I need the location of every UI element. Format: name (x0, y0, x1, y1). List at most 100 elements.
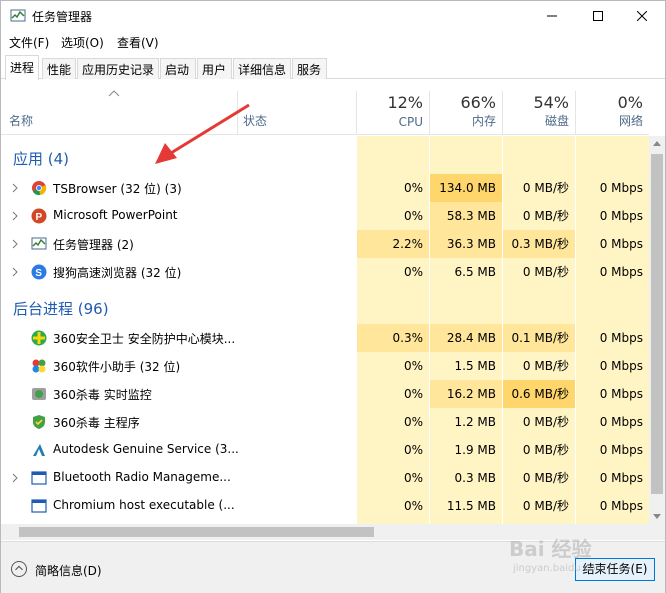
expand-chevron-icon[interactable] (11, 473, 19, 483)
column-network-label: 网络 (618, 114, 643, 128)
window-app-icon (31, 499, 47, 513)
cpu-cell: 0% (403, 471, 423, 485)
disk-cell: 0 MB/秒 (522, 499, 569, 513)
column-memory-label: 内存 (471, 114, 496, 128)
tab-startup[interactable]: 启动 (160, 58, 196, 79)
expand-chevron-icon[interactable] (11, 239, 19, 249)
menu-options[interactable]: 选项(O) (61, 34, 104, 51)
process-name: Chromium host executable (... (53, 498, 235, 512)
tab-processes[interactable]: 进程 (5, 55, 39, 80)
close-icon (637, 11, 647, 21)
column-disk-label: 磁盘 (544, 114, 569, 128)
column-name[interactable]: 名称 (1, 79, 237, 135)
360-antivirus-icon (33, 415, 45, 429)
powerpoint-icon: P (31, 208, 47, 224)
process-row[interactable]: Chromium host executable (... 0% 11.5 MB… (1, 492, 649, 520)
disk-cell: 0 MB/秒 (522, 181, 569, 195)
cpu-cell: 0% (403, 443, 423, 457)
column-header: 名称 状态 12% CPU 66% 内存 54% 磁盘 0% 网络 (1, 79, 649, 135)
cpu-cell: 0% (403, 415, 423, 429)
close-button[interactable] (619, 1, 665, 31)
network-cell: 0 Mbps (599, 387, 643, 401)
disk-cell: 0 MB/秒 (522, 209, 569, 223)
process-name: Microsoft PowerPoint (53, 208, 178, 222)
disk-cell: 0.3 MB/秒 (503, 230, 575, 258)
group-header-apps[interactable]: 应用 (4) (1, 144, 649, 172)
process-name: Autodesk Genuine Service (3... (53, 442, 238, 456)
cpu-cell: 0% (403, 265, 423, 279)
minimize-icon (547, 15, 557, 17)
process-row[interactable]: 360杀毒 实时监控 0% 16.2 MB 0.6 MB/秒 0 Mbps (1, 380, 649, 408)
horizontal-scroll-thumb[interactable] (19, 527, 374, 537)
watermark-logo: Bai 经验 (509, 537, 592, 561)
process-name: 360软件小助手 (32 位) (53, 360, 181, 374)
process-row[interactable]: S 搜狗高速浏览器 (32 位) 0% 6.5 MB 0 MB/秒 0 Mbps (1, 258, 649, 286)
memory-cell: 1.2 MB (454, 415, 496, 429)
network-cell: 0 Mbps (599, 499, 643, 513)
memory-cell: 0.3 MB (454, 471, 496, 485)
menu-file[interactable]: 文件(F) (9, 34, 49, 51)
process-name: 搜狗高速浏览器 (32 位) (53, 266, 182, 280)
minimize-button[interactable] (529, 1, 575, 31)
memory-cell: 36.3 MB (430, 230, 502, 258)
column-status-label: 状态 (243, 114, 268, 128)
360-helper-icon (32, 359, 46, 373)
process-name: TSBrowser (32 位) (3) (53, 182, 182, 196)
window-title: 任务管理器 (32, 10, 93, 24)
expand-chevron-icon[interactable] (11, 183, 19, 193)
fewer-details-link[interactable]: 简略信息(D) (35, 562, 102, 579)
process-row[interactable]: 任务管理器 (2) 2.2% 36.3 MB 0.3 MB/秒 0 Mbps (1, 230, 649, 258)
scroll-down-icon[interactable] (653, 514, 661, 520)
autodesk-icon (33, 444, 45, 456)
column-status[interactable]: 状态 (238, 79, 356, 135)
expand-chevron-icon[interactable] (11, 211, 19, 221)
process-row[interactable]: Autodesk Genuine Service (3... 0% 1.9 MB… (1, 436, 649, 464)
group-header-background[interactable]: 后台进程 (96) (1, 294, 649, 322)
column-network[interactable]: 0% 网络 (576, 79, 649, 135)
memory-total-percent: 66% (460, 93, 496, 112)
scroll-up-icon[interactable] (653, 140, 661, 146)
tab-services[interactable]: 服务 (292, 58, 327, 79)
tab-details[interactable]: 详细信息 (233, 58, 291, 79)
chrome-icon (32, 181, 47, 196)
network-cell: 0 Mbps (599, 265, 643, 279)
network-cell: 0 Mbps (599, 471, 643, 485)
disk-cell: 0 MB/秒 (522, 265, 569, 279)
disk-cell: 0.1 MB/秒 (503, 324, 575, 352)
network-cell: 0 Mbps (599, 209, 643, 223)
process-row[interactable]: TSBrowser (32 位) (3) 0% 134.0 MB 0 MB/秒 … (1, 174, 649, 202)
process-name: Bluetooth Radio Manageme... (53, 470, 231, 484)
network-cell: 0 Mbps (599, 443, 643, 457)
title-bar: 任务管理器 (1, 1, 665, 31)
vertical-scrollbar[interactable] (649, 136, 665, 524)
cpu-cell: 0% (403, 499, 423, 513)
disk-cell: 0 MB/秒 (522, 443, 569, 457)
column-cpu[interactable]: 12% CPU (357, 79, 429, 135)
collapse-details-icon[interactable] (11, 561, 27, 577)
memory-cell: 1.5 MB (454, 359, 496, 373)
disk-cell: 0 MB/秒 (522, 359, 569, 373)
svg-text:S: S (35, 268, 42, 279)
process-row[interactable]: 360杀毒 主程序 0% 1.2 MB 0 MB/秒 0 Mbps (1, 408, 649, 436)
column-memory[interactable]: 66% 内存 (430, 79, 502, 135)
tab-strip: 进程 性能 应用历史记录 启动 用户 详细信息 服务 (1, 55, 665, 80)
tab-users[interactable]: 用户 (197, 58, 232, 79)
network-total-percent: 0% (617, 93, 643, 112)
process-row[interactable]: P Microsoft PowerPoint 0% 58.3 MB 0 MB/秒… (1, 202, 649, 230)
memory-cell: 28.4 MB (430, 324, 502, 352)
maximize-button[interactable] (575, 1, 621, 31)
process-row[interactable]: 360安全卫士 安全防护中心模块... 0.3% 28.4 MB 0.1 MB/… (1, 324, 649, 352)
tab-performance[interactable]: 性能 (42, 58, 76, 79)
window-app-icon (31, 471, 47, 485)
expand-chevron-icon[interactable] (11, 267, 19, 277)
disk-cell: 0 MB/秒 (522, 471, 569, 485)
watermark-url: jingyan.baidu.com (513, 563, 606, 574)
column-disk[interactable]: 54% 磁盘 (503, 79, 575, 135)
tab-app-history[interactable]: 应用历史记录 (77, 58, 159, 79)
column-cpu-label: CPU (398, 115, 423, 129)
process-row[interactable]: Bluetooth Radio Manageme... 0% 0.3 MB 0 … (1, 464, 649, 492)
process-row[interactable]: 360软件小助手 (32 位) 0% 1.5 MB 0 MB/秒 0 Mbps (1, 352, 649, 380)
vertical-scroll-thumb[interactable] (651, 154, 663, 494)
menu-view[interactable]: 查看(V) (117, 34, 159, 51)
svg-text:P: P (36, 212, 43, 223)
